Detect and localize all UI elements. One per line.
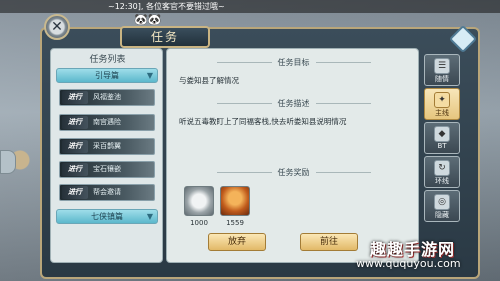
chat-icon: ☰ <box>434 58 450 74</box>
desc-text: 听说五毒教盯上了同福客栈,快去听娄知县说明情况 <box>179 117 347 126</box>
desc-header: 任务描述 <box>167 98 420 109</box>
tab-main[interactable]: ✦ 主线 <box>424 88 460 120</box>
broadcast-bar: ~12:30], 各位客官不要错过哦~ <box>0 0 500 13</box>
chevron-down-icon: ▼ <box>146 71 153 80</box>
silver-coin-icon[interactable] <box>184 186 214 216</box>
title-deco: 🐼🐼 <box>134 13 162 26</box>
quest-item-2[interactable]: 进行 南宫遇险 <box>59 114 155 131</box>
quest-item-1[interactable]: 进行 风福鉴池 <box>59 89 155 106</box>
chevron-down-icon: ▼ <box>146 212 153 221</box>
category-tabs: ☰ 随情 ✦ 主线 ◆ BT ↻ 环线 ◎ 隐藏 <box>424 54 464 224</box>
goto-button[interactable]: 前往 <box>300 233 358 251</box>
window-title: 任务 <box>120 26 210 48</box>
quest-list-title: 任务列表 <box>89 55 126 65</box>
status-badge: 进行 <box>62 163 88 176</box>
status-badge: 进行 <box>62 140 88 153</box>
quest-detail-panel: 任务目标 与娄知县了解情况 任务描述 听说五毒教盯上了同福客栈,快去听娄知县说明… <box>166 48 419 263</box>
quest-item-5[interactable]: 进行 帮会邀请 <box>59 184 155 201</box>
abandon-button[interactable]: 放弃 <box>208 233 266 251</box>
goal-text: 与娄知县了解情况 <box>179 76 239 85</box>
goal-header: 任务目标 <box>167 57 420 68</box>
quest-name: 采百鹊翼 <box>93 142 121 150</box>
tab-hidden[interactable]: ◎ 隐藏 <box>424 190 460 222</box>
watermark-url: www.ququyou.com <box>356 257 461 270</box>
category-qixia[interactable]: 七侠镇篇 ▼ <box>56 209 158 224</box>
tab-suiqing[interactable]: ☰ 随情 <box>424 54 460 86</box>
side-handle[interactable] <box>0 150 16 174</box>
quest-item-3[interactable]: 进行 采百鹊翼 <box>59 138 155 155</box>
reward-header: 任务奖励 <box>167 167 420 178</box>
status-badge: 进行 <box>62 186 88 199</box>
hidden-icon: ◎ <box>434 194 450 210</box>
gold-bell-icon[interactable] <box>220 186 250 216</box>
quest-name: 帮会邀请 <box>93 188 121 196</box>
status-badge: 进行 <box>62 116 88 129</box>
category-label: 七侠镇篇 <box>91 212 123 221</box>
close-icon: ✕ <box>51 19 63 35</box>
loop-icon: ↻ <box>434 160 450 176</box>
quest-item-4[interactable]: 进行 宝石镶嵌 <box>59 161 155 178</box>
quest-name: 南宫遇险 <box>93 118 121 126</box>
tab-loop[interactable]: ↻ 环线 <box>424 156 460 188</box>
reward-count: 1559 <box>226 219 244 227</box>
reward-count: 1000 <box>190 219 208 227</box>
close-button[interactable]: ✕ <box>44 14 70 40</box>
quest-name: 宝石镶嵌 <box>93 165 121 173</box>
bt-icon: ◆ <box>434 126 450 142</box>
scroll-icon: ✦ <box>434 92 450 108</box>
tab-bt[interactable]: ◆ BT <box>424 122 460 154</box>
category-label: 引导篇 <box>95 71 119 80</box>
category-guide[interactable]: 引导篇 ▼ <box>56 68 158 83</box>
watermark: 趣趣手游网 www.ququyou.com <box>356 236 496 276</box>
status-badge: 进行 <box>62 91 88 104</box>
quest-list-panel: 任务列表 引导篇 ▼ 进行 风福鉴池 进行 南宫遇险 进行 采百鹊翼 进行 宝石… <box>50 48 163 263</box>
quest-name: 风福鉴池 <box>93 93 121 101</box>
